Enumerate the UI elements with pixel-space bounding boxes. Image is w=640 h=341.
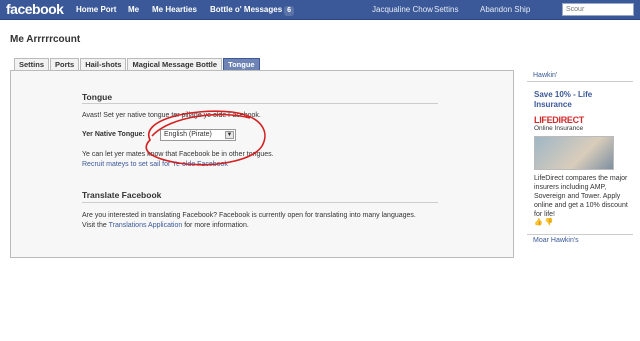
settings-link[interactable]: Settins	[434, 5, 458, 14]
ad-rating-icons: 👍 👎	[534, 218, 553, 226]
ad-image[interactable]	[534, 136, 614, 170]
tab-settins[interactable]: Settins	[14, 58, 50, 70]
top-navigation-bar: facebook Home Port Me Me Hearties Bottle…	[0, 0, 640, 20]
nav-me[interactable]: Me	[128, 5, 139, 14]
messages-count-badge: 6	[284, 6, 295, 16]
page-title: Me Arrrrrcount	[10, 34, 81, 45]
ad-title-link[interactable]: Save 10% - Life Insurance	[534, 90, 630, 110]
section-divider	[82, 202, 438, 203]
facebook-logo[interactable]: facebook	[6, 1, 64, 17]
user-name-link[interactable]: Jacqualine Chow	[372, 5, 433, 14]
recruit-mateys-link[interactable]: Recruit mateys to set sail for Ye olde F…	[82, 161, 228, 168]
native-tongue-label: Yer Native Tongue:	[82, 131, 145, 138]
settings-tabs: Settins Ports Hail-shots Magical Message…	[14, 58, 261, 70]
tab-tongue[interactable]: Tongue	[223, 58, 260, 70]
tab-magical-message-bottle[interactable]: Magical Message Bottle	[127, 58, 223, 70]
thumbs-up-icon[interactable]: 👍	[534, 219, 543, 226]
translations-application-link[interactable]: Translations Application	[109, 222, 183, 229]
translate-section-title: Translate Facebook	[82, 190, 162, 200]
ad-description: LifeDirect compares the major insurers i…	[534, 175, 628, 218]
tab-hail-shots[interactable]: Hail-shots	[80, 58, 127, 70]
logout-link[interactable]: Abandon Ship	[480, 5, 530, 14]
nav-me-hearties[interactable]: Me Hearties	[152, 5, 197, 14]
translate-text-line2: Visit the Translations Application for m…	[82, 222, 249, 229]
translate-line2-prefix: Visit the	[82, 222, 109, 229]
chevron-down-icon[interactable]: ▼	[225, 131, 234, 139]
tab-ports[interactable]: Ports	[50, 58, 80, 70]
search-input[interactable]	[563, 4, 633, 15]
more-ads-link[interactable]: Moar Hawkin's	[527, 234, 633, 246]
nav-home-port[interactable]: Home Port	[76, 5, 116, 14]
ad-brand-sub: Online Insurance	[534, 125, 584, 132]
sidebar-header[interactable]: Hawkin'	[527, 70, 633, 82]
search-box[interactable]	[562, 3, 634, 16]
native-tongue-selected: English (Pirate)	[164, 131, 212, 138]
native-tongue-select[interactable]: English (Pirate) ▼	[160, 129, 236, 141]
thumbs-down-icon[interactable]: 👎	[545, 219, 554, 226]
tongue-intro-text: Avast! Set yer native tongue ter pillage…	[82, 112, 261, 119]
translate-line2-suffix: for more information.	[182, 222, 249, 229]
tongue-section-title: Tongue	[82, 92, 113, 102]
ad-brand: LIFEDIRECT	[534, 115, 584, 125]
tongue-note-text: Ye can let yer mates know that Facebook …	[82, 151, 274, 158]
translate-text-line1: Are you interested in translating Facebo…	[82, 212, 416, 219]
section-divider	[82, 103, 438, 104]
lifedirect-logo[interactable]: LIFEDIRECT Online Insurance	[534, 116, 614, 134]
nav-bottle-o-messages[interactable]: Bottle o' Messages 6	[210, 5, 295, 16]
nav-messages-label: Bottle o' Messages	[210, 5, 283, 14]
